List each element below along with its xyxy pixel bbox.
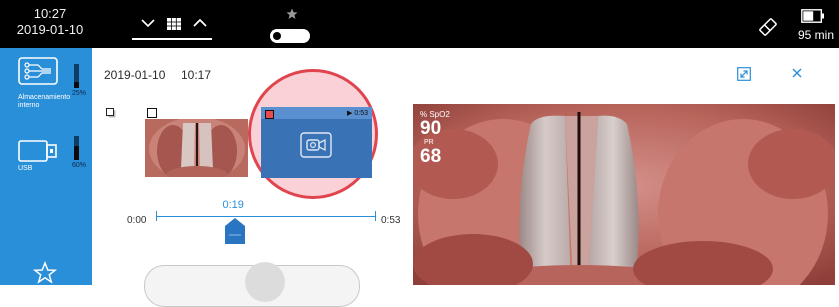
vocal-cords-live-image	[413, 104, 835, 285]
internal-storage-icon	[18, 57, 58, 85]
play-button[interactable]	[245, 262, 285, 302]
view-switcher-underline	[132, 38, 212, 40]
timeline-track[interactable]	[157, 216, 375, 217]
spo2-value: 90	[420, 118, 442, 139]
view-switcher	[132, 12, 212, 40]
video-thumbnail-checkbox[interactable]	[265, 110, 274, 119]
close-icon[interactable]	[791, 67, 803, 79]
internal-storage-level	[74, 64, 79, 88]
timeline-scrubber-handle[interactable]	[223, 218, 247, 244]
internal-storage-label: Almacenamiento interno	[18, 94, 71, 109]
thumbnail-checkbox[interactable]	[147, 108, 157, 118]
usb-storage-level-fill	[74, 145, 79, 160]
usb-label: USB	[18, 165, 33, 172]
favorite-toggle[interactable]	[270, 29, 310, 43]
timeline-end: 0:53	[381, 215, 401, 226]
select-all-icon[interactable]	[106, 108, 116, 118]
usb-storage-level	[74, 136, 79, 160]
chevron-down-icon[interactable]	[140, 16, 156, 30]
internal-storage-level-fill	[74, 82, 79, 88]
star-icon	[286, 8, 298, 19]
live-endoscope-view	[413, 104, 835, 285]
recording-time: 10:17	[181, 68, 212, 82]
battery-remaining: 95 min	[797, 28, 835, 42]
timeline-end-tick	[375, 211, 376, 221]
video-thumbnail[interactable]: ▶ 0:53	[261, 107, 372, 178]
chevron-up-icon[interactable]	[192, 16, 208, 30]
clock: 10:27 2019-01-10	[12, 6, 88, 38]
clock-date: 2019-01-10	[16, 22, 84, 37]
eraser-icon[interactable]	[757, 16, 779, 38]
battery-icon	[801, 9, 824, 23]
clock-time: 10:27	[33, 6, 67, 21]
timeline-current-time: 0:19	[222, 199, 244, 211]
expand-icon[interactable]	[737, 67, 751, 81]
storage-sidebar: 25% Almacenamiento interno 60% USB	[0, 48, 92, 285]
favorites-star-icon[interactable]	[32, 260, 58, 286]
image-thumbnail[interactable]	[145, 119, 248, 177]
vital-signs-overlay: % SpO2 90 PR 68	[420, 110, 450, 166]
timeline-start: 0:00	[127, 215, 147, 226]
sidebar-item-internal-storage[interactable]: 25% Almacenamiento interno	[0, 56, 92, 122]
recording-date: 2019-01-10	[104, 68, 166, 82]
sidebar-item-usb[interactable]: 60% USB	[0, 130, 92, 180]
usb-drive-icon	[18, 140, 57, 162]
top-status-bar: 10:27 2019-01-10 95 min	[0, 0, 839, 48]
pulse-rate-value: 68	[420, 146, 442, 167]
vocal-cords-thumbnail-image	[145, 119, 248, 177]
video-camera-icon	[300, 132, 332, 158]
toggle-knob	[273, 32, 281, 40]
grid-view-icon[interactable]	[166, 17, 182, 31]
video-duration: ▶ 0:53	[347, 110, 368, 117]
